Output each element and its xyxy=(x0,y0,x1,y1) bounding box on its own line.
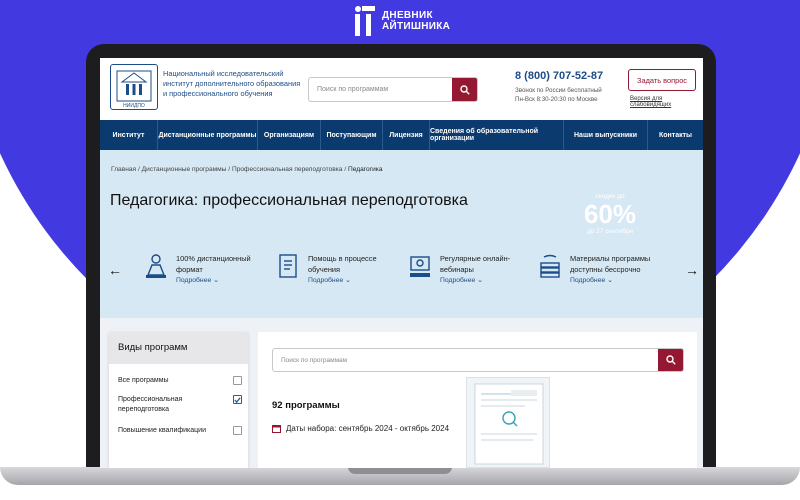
filter-all[interactable]: Все программы xyxy=(118,376,242,386)
hero-section: Главная / Дистанционные программы / Проф… xyxy=(100,150,703,318)
phone-number[interactable]: 8 (800) 707-52-87 xyxy=(515,70,603,82)
program-count: 92 программы xyxy=(272,400,340,411)
header-search-input[interactable]: Поиск по программам xyxy=(309,78,452,101)
program-search-button[interactable] xyxy=(658,349,683,371)
discount-value: 60% xyxy=(583,199,637,229)
search-icon xyxy=(459,84,470,95)
brand-logo: ДНЕВНИК АЙТИШНИКА xyxy=(354,5,450,37)
filter-retraining[interactable]: Профессиональная переподготовка xyxy=(118,395,242,415)
feature-remote-more[interactable]: Подробнее ⌄ xyxy=(176,275,266,286)
org-name[interactable]: Национальный исследовательский институт … xyxy=(163,69,303,99)
nav-item-license[interactable]: Лицензия xyxy=(383,120,430,150)
header-search[interactable]: Поиск по программам xyxy=(308,77,478,102)
catalog-section: Виды программ Все программы Профессионал… xyxy=(100,318,703,468)
discount-bottom: до 27 сентября xyxy=(587,228,633,235)
breadcrumb-retraining[interactable]: Профессиональная переподготовка xyxy=(232,166,343,173)
ask-question-button[interactable]: Задать вопрос xyxy=(628,69,696,91)
checkmark-icon xyxy=(234,396,241,403)
feature-help-line2: обучения xyxy=(308,265,341,274)
enrollment-dates: Даты набора: сентябрь 2024 - октябрь 202… xyxy=(272,424,449,433)
enrollment-dates-text: Даты набора: сентябрь 2024 - октябрь 202… xyxy=(286,424,450,433)
feature-webinars: Регулярные онлайн- вебинары Подробнее ⌄ xyxy=(408,253,530,286)
feature-materials-more-label: Подробнее xyxy=(570,277,606,284)
institute-logo[interactable]: НИИДПО xyxy=(110,64,158,110)
feature-materials-more[interactable]: Подробнее ⌄ xyxy=(570,275,660,286)
nav-item-distance[interactable]: Дистанционные программы xyxy=(158,120,258,150)
student-icon xyxy=(146,254,166,278)
brand-text: ДНЕВНИК АЙТИШНИКА xyxy=(382,10,450,32)
feature-help-line1: Помощь в процессе xyxy=(308,254,377,263)
feature-webinars-more-label: Подробнее xyxy=(440,277,476,284)
nav-item-graduates[interactable]: Наши выпускники xyxy=(564,120,648,150)
filter-qualification[interactable]: Повышение квалификации xyxy=(118,426,242,436)
breadcrumb-home[interactable]: Главная xyxy=(111,166,136,173)
phone-note: Звонок по России бесплатный Пн-Вск 8:30-… xyxy=(515,86,610,104)
diploma-image xyxy=(466,377,550,468)
document-icon xyxy=(279,254,297,278)
filter-qualification-checkbox[interactable] xyxy=(233,426,242,435)
discount-badge: скидки до 60% до 27 сентября xyxy=(580,193,640,235)
feature-help: Помощь в процессе обучения Подробнее ⌄ xyxy=(276,253,398,286)
page-title: Педагогика: профессиональная переподгото… xyxy=(110,192,468,209)
nav-item-applicants[interactable]: Поступающим xyxy=(321,120,383,150)
webinar-icon xyxy=(410,256,430,277)
prev-arrow-icon[interactable]: ← xyxy=(108,262,122,278)
filter-title: Виды программ xyxy=(109,332,248,364)
feature-materials: Материалы программы доступны бессрочно П… xyxy=(538,253,660,286)
brand-line1: ДНЕВНИК xyxy=(382,10,433,21)
feature-help-more-label: Подробнее xyxy=(308,277,344,284)
program-list: Поиск по программам 92 программы Даты на… xyxy=(258,332,697,468)
website-screen: НИИДПО Национальный исследовательский ин… xyxy=(100,58,703,468)
brand-line2: АЙТИШНИКА xyxy=(382,21,451,32)
accessibility-link[interactable]: Версия для слабовидящих xyxy=(630,96,703,108)
feature-remote-line2: формат xyxy=(176,265,203,274)
calendar-icon xyxy=(272,425,281,433)
breadcrumb-current: Педагогика xyxy=(348,166,383,173)
site-header: НИИДПО Национальный исследовательский ин… xyxy=(100,58,703,120)
filter-retraining-checkbox[interactable] xyxy=(233,395,242,404)
feature-remote-text: 100% дистанционный формат Подробнее ⌄ xyxy=(176,253,266,286)
program-search[interactable]: Поиск по программам xyxy=(272,348,684,372)
filter-all-label: Все программы xyxy=(118,377,169,384)
feature-materials-line2: доступны бессрочно xyxy=(570,265,641,274)
nav-item-organizations[interactable]: Организациям xyxy=(258,120,321,150)
breadcrumb-distance[interactable]: Дистанционные программы xyxy=(142,166,227,173)
brand-mark-icon xyxy=(354,5,376,37)
nav-item-institute[interactable]: Институт xyxy=(100,120,158,150)
feature-webinars-line2: вебинары xyxy=(440,265,474,274)
filter-qualification-label: Повышение квалификации xyxy=(118,427,206,434)
header-search-button[interactable] xyxy=(452,78,477,101)
nav-item-info[interactable]: Сведения об образовательной организации xyxy=(430,120,564,150)
feature-help-text: Помощь в процессе обучения Подробнее ⌄ xyxy=(308,253,398,286)
feature-webinars-text: Регулярные онлайн- вебинары Подробнее ⌄ xyxy=(440,253,530,286)
search-icon xyxy=(665,355,676,365)
logo-text: НИИДПО xyxy=(123,103,145,109)
feature-remote-line1: 100% дистанционный xyxy=(176,254,251,263)
breadcrumb: Главная / Дистанционные программы / Проф… xyxy=(111,166,383,173)
filter-retraining-label: Профессиональная переподготовка xyxy=(118,396,183,413)
books-icon xyxy=(540,254,560,278)
feature-materials-line1: Материалы программы xyxy=(570,254,651,263)
phone-note-line1: Звонок по России бесплатный xyxy=(515,87,602,94)
next-arrow-icon[interactable]: → xyxy=(685,262,699,278)
feature-webinars-line1: Регулярные онлайн- xyxy=(440,254,511,263)
feature-remote: 100% дистанционный формат Подробнее ⌄ xyxy=(144,253,266,286)
program-search-input[interactable]: Поиск по программам xyxy=(273,349,658,371)
main-nav: Институт Дистанционные программы Организ… xyxy=(100,120,703,150)
feature-materials-text: Материалы программы доступны бессрочно П… xyxy=(570,253,660,286)
laptop-notch xyxy=(348,467,452,474)
feature-help-more[interactable]: Подробнее ⌄ xyxy=(308,275,398,286)
feature-webinars-more[interactable]: Подробнее ⌄ xyxy=(440,275,530,286)
filter-all-checkbox[interactable] xyxy=(233,376,242,385)
feature-remote-more-label: Подробнее xyxy=(176,277,212,284)
phone-note-line2: Пн-Вск 8:30-20:30 по Москве xyxy=(515,96,598,103)
nav-item-contacts[interactable]: Контакты xyxy=(648,120,703,150)
filter-sidebar: Виды программ Все программы Профессионал… xyxy=(109,332,248,468)
